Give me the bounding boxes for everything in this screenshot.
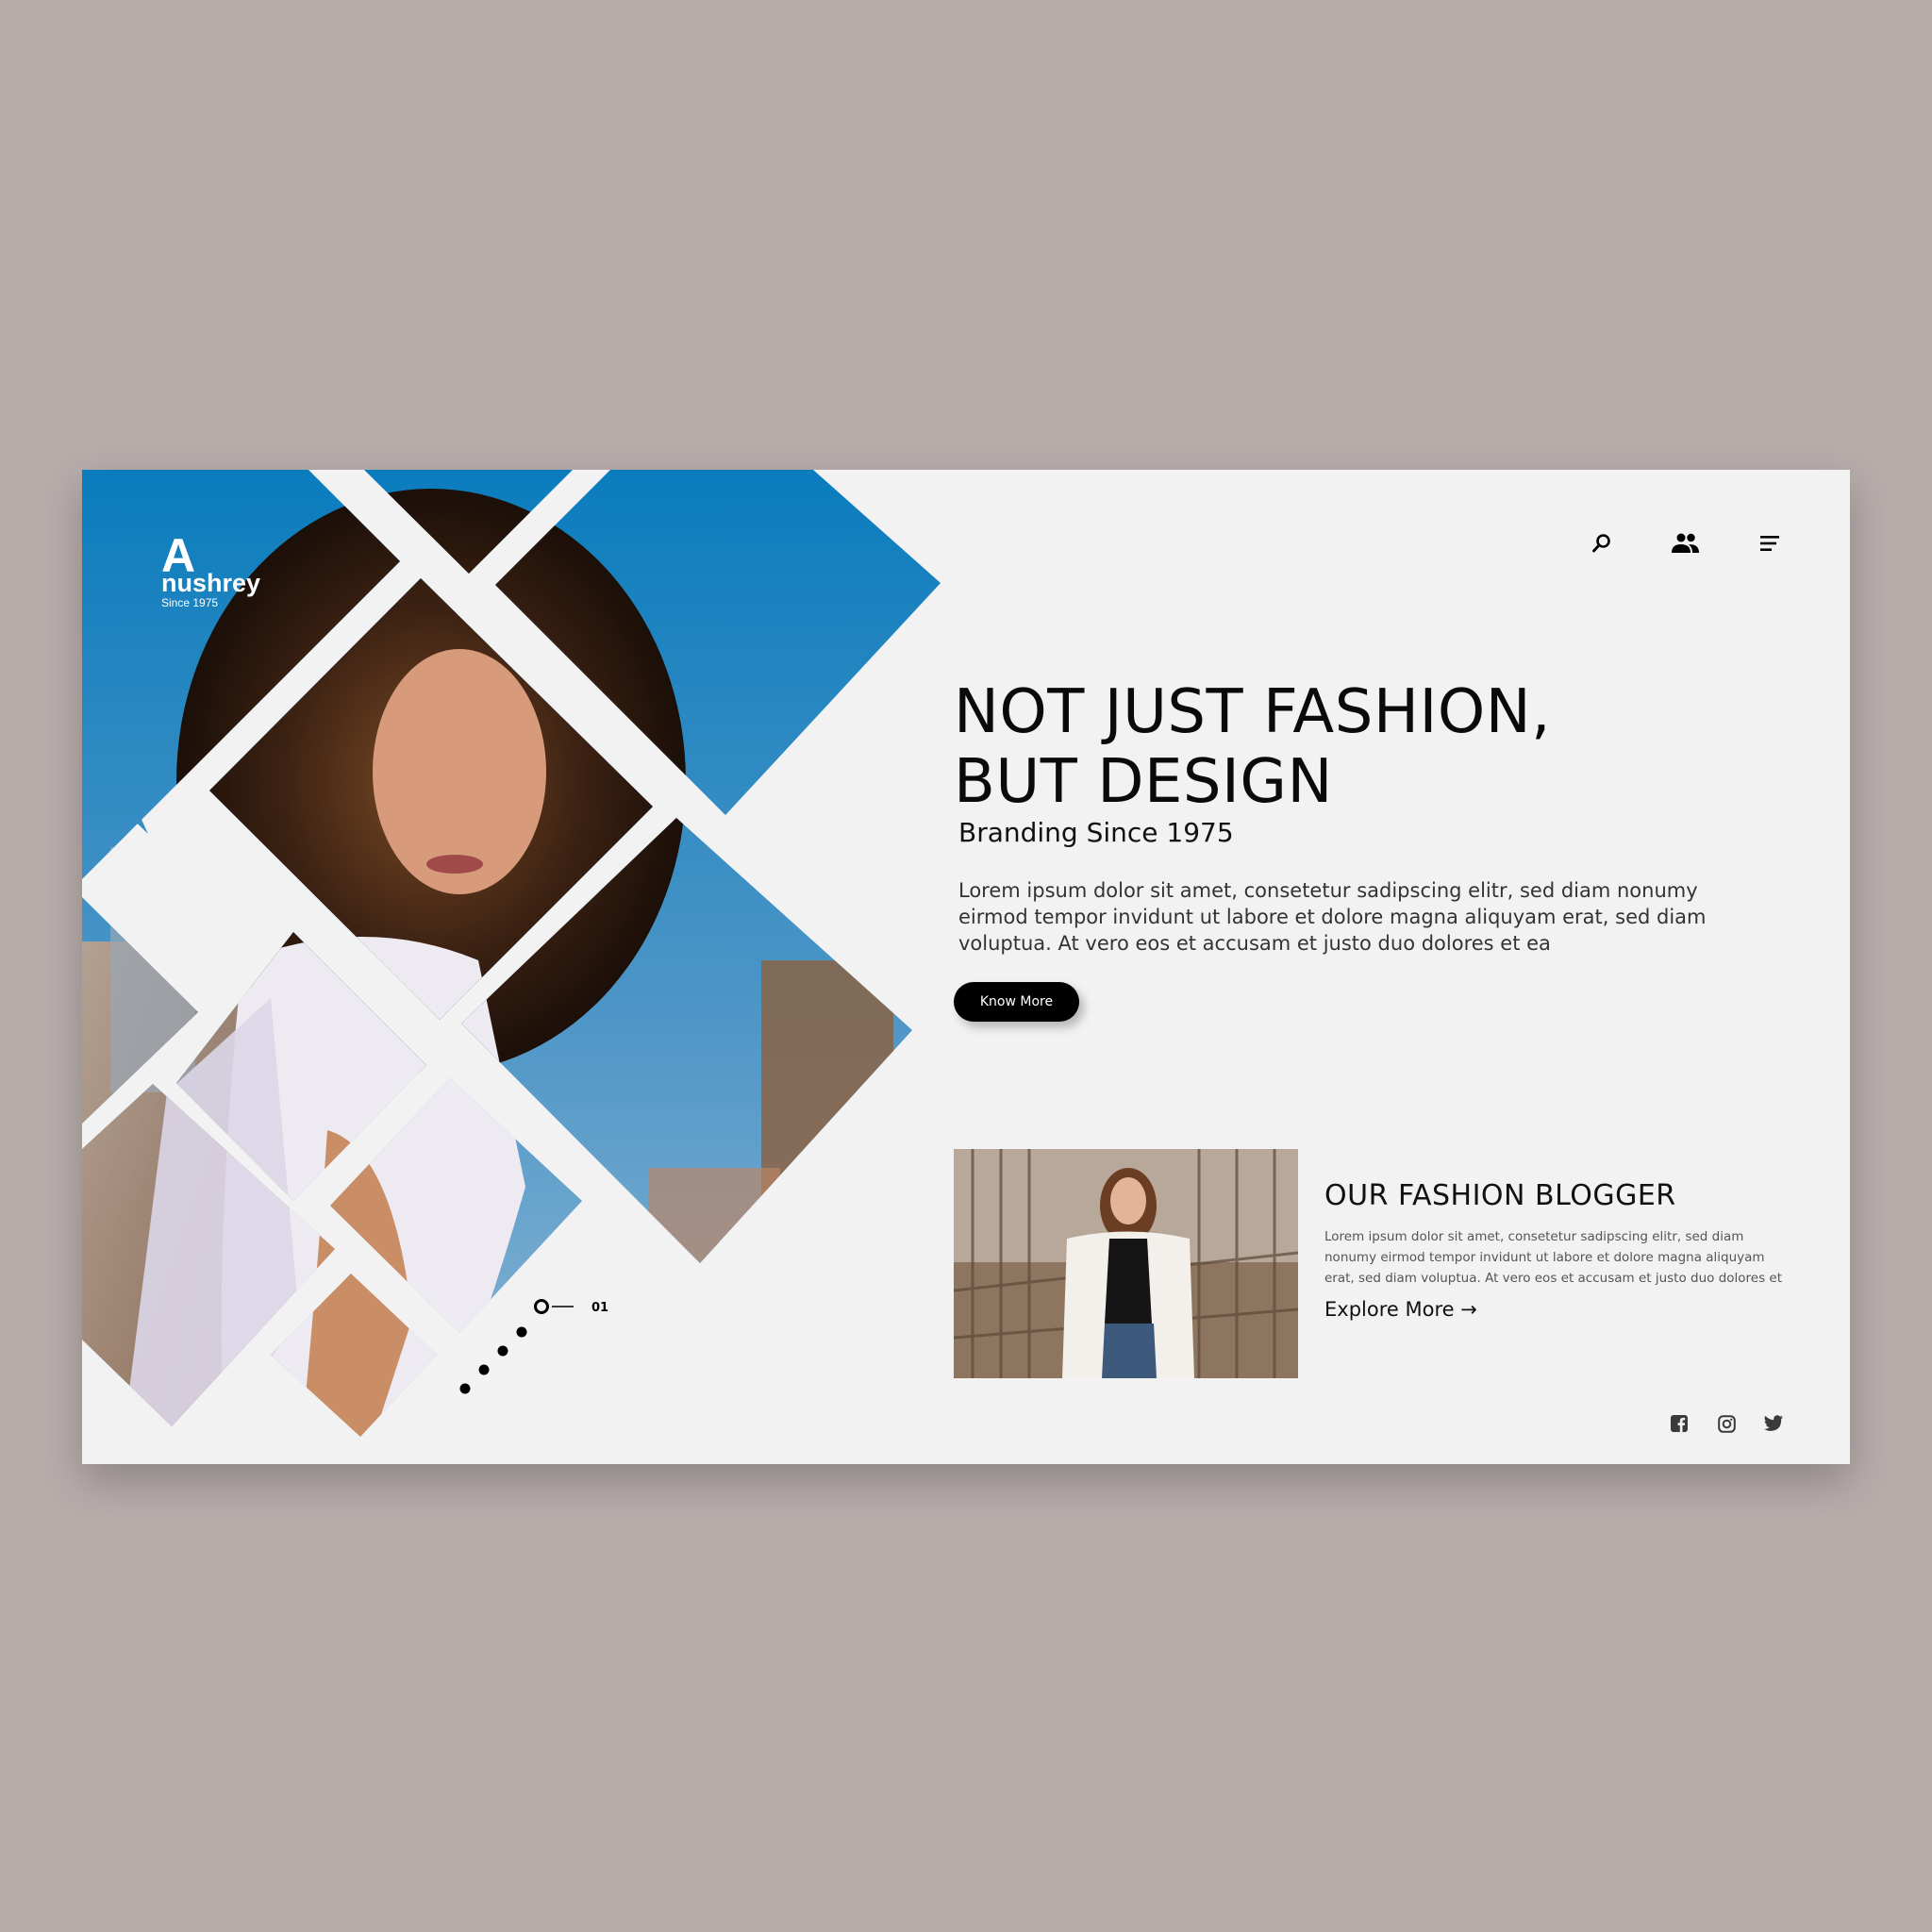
hero-subtitle: Branding Since 1975 xyxy=(958,817,1234,848)
explore-more-link[interactable]: Explore More → xyxy=(1324,1298,1477,1321)
users-icon[interactable] xyxy=(1671,528,1700,558)
slider-dot-3 xyxy=(497,1345,508,1357)
know-more-button[interactable]: Know More xyxy=(954,982,1079,1022)
facebook-icon[interactable] xyxy=(1669,1413,1690,1434)
top-nav xyxy=(1587,528,1784,558)
instagram-icon[interactable] xyxy=(1716,1413,1737,1434)
slider-dot-5 xyxy=(459,1383,471,1394)
blogger-photo[interactable] xyxy=(954,1149,1298,1378)
social-links xyxy=(1669,1413,1784,1434)
hero-title-line-2: BUT DESIGN xyxy=(954,747,1333,817)
brand-logo[interactable]: A nushrey Since 1975 xyxy=(161,532,261,609)
slider-dot-2 xyxy=(516,1326,527,1338)
search-icon[interactable] xyxy=(1587,528,1616,558)
slider-dot-4 xyxy=(478,1364,490,1375)
blogger-title: OUR FASHION BLOGGER xyxy=(1324,1179,1676,1212)
slide-number: 01 xyxy=(591,1301,609,1315)
hero-title-line-1: NOT JUST FASHION, xyxy=(954,677,1551,747)
twitter-icon[interactable] xyxy=(1763,1413,1784,1434)
hero-body: Lorem ipsum dolor sit amet, consetetur s… xyxy=(958,879,1707,955)
landing-card: A nushrey Since 1975 NOT JUST FASHION, B… xyxy=(82,470,1850,1464)
brand-name: nushrey xyxy=(161,569,261,597)
menu-icon[interactable] xyxy=(1755,528,1784,558)
brand-since: Since 1975 xyxy=(161,596,219,609)
blogger-body: Lorem ipsum dolor sit amet, consetetur s… xyxy=(1324,1229,1783,1286)
hero-title: NOT JUST FASHION, BUT DESIGN xyxy=(954,677,1551,817)
slider-dot-active xyxy=(534,1299,549,1314)
